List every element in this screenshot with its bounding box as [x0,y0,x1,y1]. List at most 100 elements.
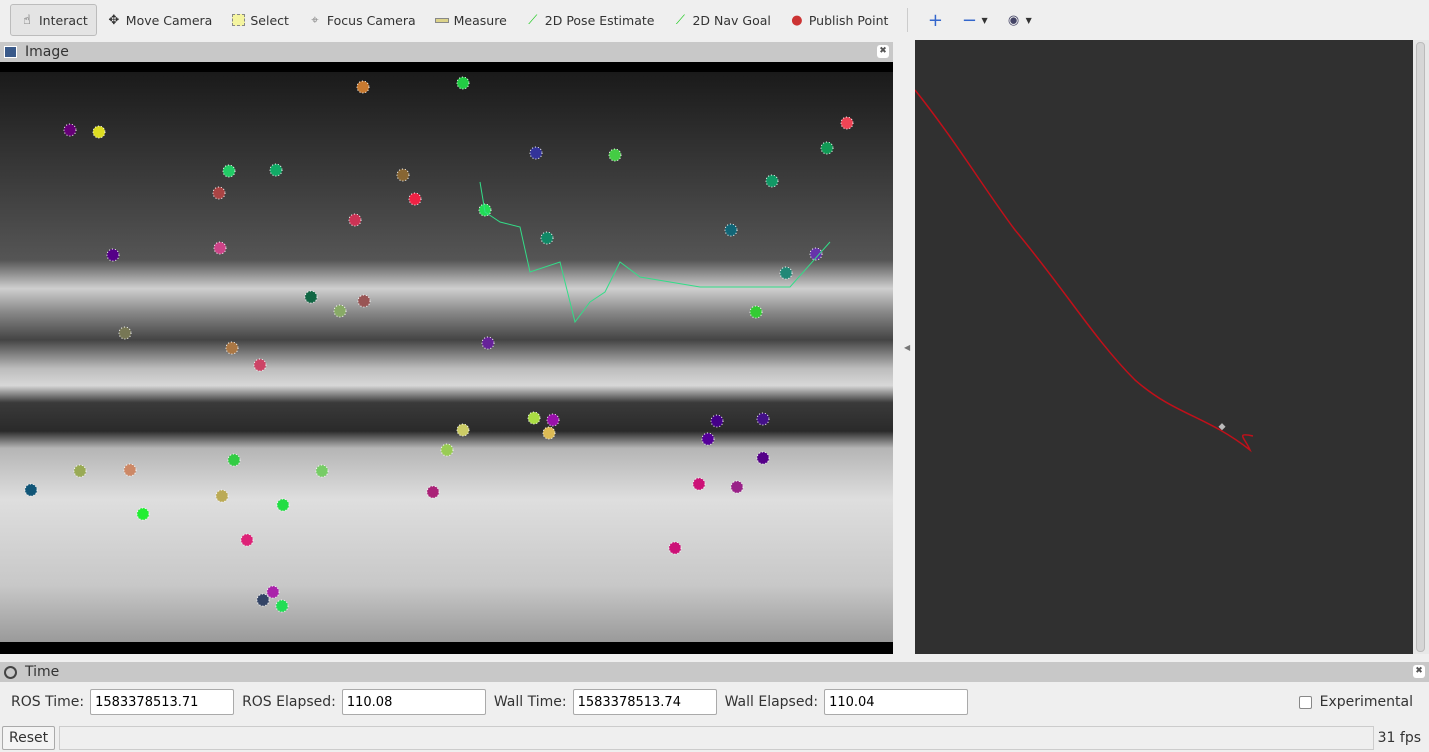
image-icon [4,46,17,58]
time-panel-header: Time ✖ [0,662,1429,682]
remove-tool-button[interactable]: − ▼ [952,4,996,36]
status-bar: Reset 31 fps [0,724,1429,752]
feature-point [426,485,440,499]
feature-point [820,141,834,155]
feature-point [92,125,106,139]
experimental-label: Experimental [1319,694,1413,710]
feature-point [440,443,454,457]
trajectory-overlay [914,89,1254,453]
feature-point [333,304,347,318]
feature-point [222,164,236,178]
ros-time-field[interactable] [90,689,235,715]
feature-point [240,533,254,547]
wall-elapsed-field[interactable] [824,689,969,715]
wall-time-label: Wall Time: [493,694,567,710]
feature-point [408,192,422,206]
wall-elapsed-label: Wall Elapsed: [724,694,819,710]
feature-point [275,599,289,613]
map-pin-icon: ● [791,12,803,28]
close-icon[interactable]: ✖ [877,45,889,58]
status-message [59,726,1374,750]
green-arrow-icon: ⟋ [675,12,685,28]
feature-point [136,507,150,521]
feature-point [527,411,541,425]
feature-point [456,76,470,90]
feature-point [481,336,495,350]
clock-icon [4,665,17,679]
feature-point [118,326,132,340]
camera-image [0,62,893,654]
tool-2d-nav-goal[interactable]: ⟋ 2D Nav Goal [663,4,779,36]
feature-point [227,453,241,467]
feature-point [213,241,227,255]
feature-point [256,593,270,607]
eye-icon: ◉ [1007,12,1020,28]
tool-measure[interactable]: Measure [425,4,516,36]
tool-2d-pose-estimate[interactable]: ⟋ 2D Pose Estimate [516,4,664,36]
feature-point [63,123,77,137]
fps-readout: 31 fps [1377,730,1421,746]
tool-properties-button[interactable]: ◉ ▼ [997,4,1041,36]
feature-point [123,463,137,477]
3d-view[interactable] [914,40,1413,654]
toolbar: ☝ Interact ✥ Move Camera Select ⌖ Focus Cam… [0,0,1429,40]
ros-time-label: ROS Time: [11,694,85,710]
experimental-checkbox[interactable] [1298,695,1312,709]
feature-track [479,181,831,324]
feature-points-overlay [24,76,854,613]
minus-icon: − [961,9,977,31]
feature-point [668,541,682,555]
feature-point [710,414,724,428]
hand-icon: ☝ [23,12,31,28]
feature-point [253,358,267,372]
feature-point [724,223,738,237]
feature-point [840,116,854,130]
feature-point [540,231,554,245]
ros-elapsed-label: ROS Elapsed: [242,694,336,710]
reset-button[interactable]: Reset [2,726,56,750]
feature-point [701,432,715,446]
feature-point [304,290,318,304]
move-camera-icon: ✥ [108,12,120,28]
feature-point [212,186,226,200]
feature-point [692,477,706,491]
feature-point [608,148,622,162]
feature-point [546,413,560,427]
time-row: ROS Time: ROS Elapsed: Wall Time: Wall E… [0,688,1429,716]
focus-camera-icon: ⌖ [311,12,319,28]
feature-point [756,412,770,426]
feature-point [276,498,290,512]
feature-point [106,248,120,262]
feature-point [756,451,770,465]
close-icon[interactable]: ✖ [1413,665,1425,678]
ros-elapsed-field[interactable] [341,689,486,715]
tool-publish-point[interactable]: ● Publish Point [780,4,898,36]
feature-point [269,163,283,177]
feature-point [456,423,470,437]
feature-point [315,464,329,478]
feature-point [348,213,362,227]
image-panel-header: Image ✖ [0,42,893,62]
feature-point [266,585,280,599]
feature-point [225,341,239,355]
ruler-icon [434,12,450,28]
tool-focus-camera[interactable]: ⌖ Focus Camera [298,4,425,36]
wall-time-field[interactable] [572,689,717,715]
tool-interact[interactable]: ☝ Interact [10,4,97,36]
feature-point [749,305,763,319]
feature-point [24,483,38,497]
collapse-left-icon[interactable]: ◀ [904,343,910,352]
tool-move-camera[interactable]: ✥ Move Camera [97,4,222,36]
green-arrow-icon: ⟋ [528,12,538,28]
feature-point [356,80,370,94]
feature-point [529,146,543,160]
feature-point [73,464,87,478]
scrollbar[interactable] [1413,40,1429,654]
feature-point [215,489,229,503]
tool-select[interactable]: Select [221,4,298,36]
add-tool-button[interactable]: + [918,4,952,36]
feature-point [730,480,744,494]
feature-point [357,294,371,308]
plus-icon: + [927,9,943,31]
feature-point [396,168,410,182]
